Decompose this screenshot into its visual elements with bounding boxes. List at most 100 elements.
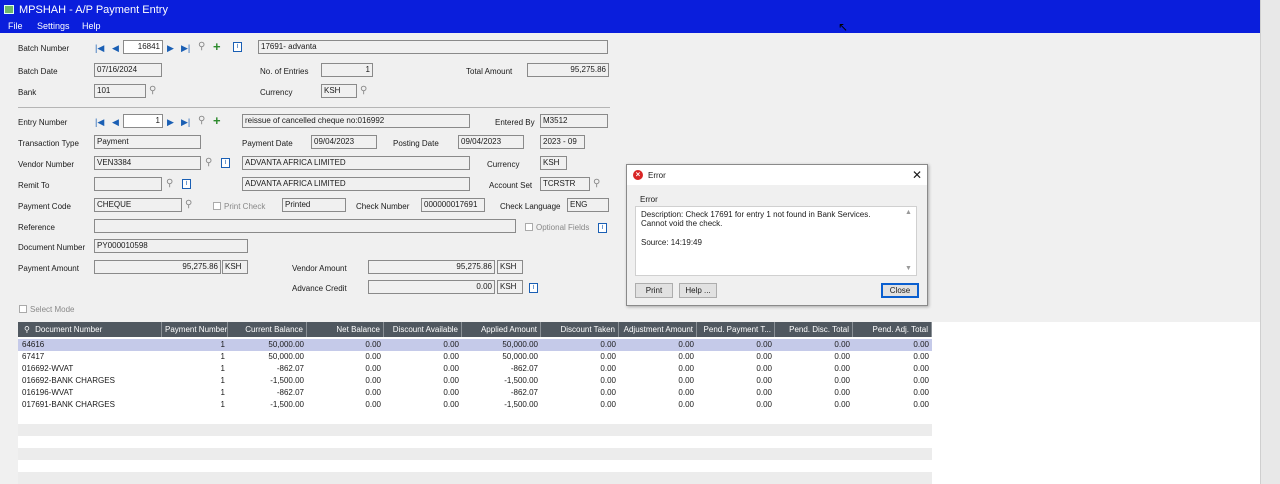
batch-number-field[interactable]: 16841 (123, 40, 163, 54)
advance-credit-field[interactable]: 0.00 (368, 280, 495, 294)
column-header[interactable]: Pend. Payment T... (697, 322, 775, 337)
table-cell: 0.00 (678, 388, 694, 397)
error-dialog: × Error ✕ Error Description: Check 17691… (626, 164, 928, 306)
new-batch-plus-icon[interactable]: + (213, 40, 221, 53)
previous-icon[interactable]: ◀ (112, 43, 119, 53)
entry-description-field[interactable]: reissue of cancelled cheque no:016992 (242, 114, 470, 128)
help-button[interactable]: Help ... (679, 283, 717, 298)
table-cell: 0.00 (834, 352, 850, 361)
column-header[interactable]: Net Balance (307, 322, 384, 337)
optional-fields-zoom-icon[interactable]: i (598, 223, 607, 233)
menu-file[interactable]: File (8, 21, 23, 31)
table-cell: 0.00 (600, 400, 616, 409)
table-cell: 0.00 (365, 364, 381, 373)
entry-first-record-icon[interactable]: |◀ (95, 117, 104, 127)
table-cell: -862.07 (510, 388, 538, 397)
table-row[interactable]: 016196-WVAT 1 -862.07 0.00 0.00 -862.07 0.00 0.… (18, 387, 932, 399)
reference-field[interactable] (94, 219, 516, 233)
scroll-up-icon[interactable]: ▲ (905, 209, 912, 216)
vendor-number-label: Vendor Number (18, 160, 75, 169)
new-entry-plus-icon[interactable]: + (213, 114, 221, 127)
close-icon[interactable]: ✕ (912, 168, 922, 182)
vendor-finder-magnifier-icon[interactable]: ⚲ (205, 158, 212, 168)
table-cell: -862.07 (276, 364, 304, 373)
table-row[interactable]: 016692-BANK CHARGES 1 -1,500.00 0.00 0.00 -1,… (18, 375, 932, 387)
table-cell: 1 (220, 352, 225, 361)
batch-zoom-icon[interactable]: i (233, 42, 242, 52)
check-language-field[interactable]: ENG (567, 198, 609, 212)
table-cell: 0.00 (913, 376, 929, 385)
vendor-zoom-icon[interactable]: i (221, 158, 230, 168)
entry-finder-magnifier-icon[interactable]: ⚲ (198, 116, 205, 126)
column-header[interactable]: Discount Taken (541, 322, 619, 337)
table-cell: 0.00 (756, 340, 772, 349)
entry-next-icon[interactable]: ▶ (167, 117, 174, 127)
batch-description-field[interactable]: 17691- advanta (258, 40, 608, 54)
entry-number-label: Entry Number (18, 118, 68, 127)
table-cell: 67417 (22, 352, 45, 361)
bank-finder-magnifier-icon[interactable]: ⚲ (149, 86, 156, 96)
batch-finder-magnifier-icon[interactable]: ⚲ (198, 42, 205, 52)
check-number-field[interactable]: 000000017691 (421, 198, 485, 212)
column-header[interactable]: ⚲ Document Number (18, 322, 162, 337)
column-header[interactable]: Applied Amount (462, 322, 541, 337)
select-mode-checkbox[interactable] (19, 305, 27, 313)
table-cell: 0.00 (756, 376, 772, 385)
first-record-icon[interactable]: |◀ (95, 43, 104, 53)
vendor-name-field: ADVANTA AFRICA LIMITED (242, 156, 470, 170)
empty-row (18, 424, 932, 436)
grid-search-magnifier-icon[interactable]: ⚲ (24, 325, 30, 334)
scroll-down-icon[interactable]: ▼ (905, 265, 912, 272)
right-scrollbar[interactable] (1260, 0, 1280, 484)
entry-last-record-icon[interactable]: ▶| (181, 117, 190, 127)
column-header[interactable]: Discount Available (384, 322, 462, 337)
column-header[interactable]: Adjustment Amount (619, 322, 697, 337)
payment-amount-field[interactable]: 95,275.86 (94, 260, 221, 274)
document-grid[interactable]: ⚲ Document Number Payment Number Current… (18, 322, 1260, 484)
column-header[interactable]: Pend. Adj. Total (853, 322, 932, 337)
title-bar: MPSHAH - A/P Payment Entry (0, 0, 1260, 20)
total-amount-label: Total Amount (466, 67, 513, 76)
table-cell: 0.00 (443, 376, 459, 385)
print-button[interactable]: Print (635, 283, 673, 298)
table-cell: 0.00 (443, 340, 459, 349)
entry-previous-icon[interactable]: ◀ (112, 117, 119, 127)
payment-code-field[interactable]: CHEQUE (94, 198, 182, 212)
batch-date-field[interactable]: 07/16/2024 (94, 63, 162, 77)
column-header[interactable]: Payment Number (162, 322, 228, 337)
table-row[interactable]: 67417 1 50,000.00 0.00 0.00 50,000.00 0.00 0.00… (18, 351, 932, 363)
print-check-label: Print Check (224, 202, 266, 211)
bank-field[interactable]: 101 (94, 84, 146, 98)
remit-to-field[interactable] (94, 177, 162, 191)
last-record-icon[interactable]: ▶| (181, 43, 190, 53)
account-set-magnifier-icon[interactable]: ⚲ (593, 179, 600, 189)
print-check-checkbox[interactable] (213, 202, 221, 210)
table-cell: -1,500.00 (504, 376, 538, 385)
optional-fields-checkbox[interactable] (525, 223, 533, 231)
posting-date-field[interactable]: 09/04/2023 (458, 135, 524, 149)
account-set-field[interactable]: TCRSTR (540, 177, 590, 191)
payment-code-magnifier-icon[interactable]: ⚲ (185, 200, 192, 210)
currency-finder-magnifier-icon[interactable]: ⚲ (360, 86, 367, 96)
dialog-heading: Error (640, 195, 658, 204)
advance-zoom-icon[interactable]: i (529, 283, 538, 293)
entry-number-field[interactable]: 1 (123, 114, 163, 128)
menu-help[interactable]: Help (82, 21, 101, 31)
vendor-amount-field: 95,275.86 (368, 260, 495, 274)
remit-finder-magnifier-icon[interactable]: ⚲ (166, 179, 173, 189)
remit-zoom-icon[interactable]: i (182, 179, 191, 189)
payment-date-field[interactable]: 09/04/2023 (311, 135, 377, 149)
table-cell: 0.00 (756, 388, 772, 397)
table-cell: -1,500.00 (270, 376, 304, 385)
transaction-type-select[interactable]: Payment (94, 135, 201, 149)
vendor-number-field[interactable]: VEN3384 (94, 156, 201, 170)
menu-settings[interactable]: Settings (37, 21, 70, 31)
next-icon[interactable]: ▶ (167, 43, 174, 53)
table-row[interactable]: 64616 1 50,000.00 0.00 0.00 50,000.00 0.00 0.00… (18, 339, 932, 351)
close-button[interactable]: Close (881, 283, 919, 298)
table-row[interactable]: 016692-WVAT 1 -862.07 0.00 0.00 -862.07 0.00 0.… (18, 363, 932, 375)
table-row[interactable]: 017691-BANK CHARGES 1 -1,500.00 0.00 0.00 -1,… (18, 399, 932, 411)
column-header[interactable]: Current Balance (228, 322, 307, 337)
column-header[interactable]: Pend. Disc. Total (775, 322, 853, 337)
table-cell: 0.00 (443, 400, 459, 409)
